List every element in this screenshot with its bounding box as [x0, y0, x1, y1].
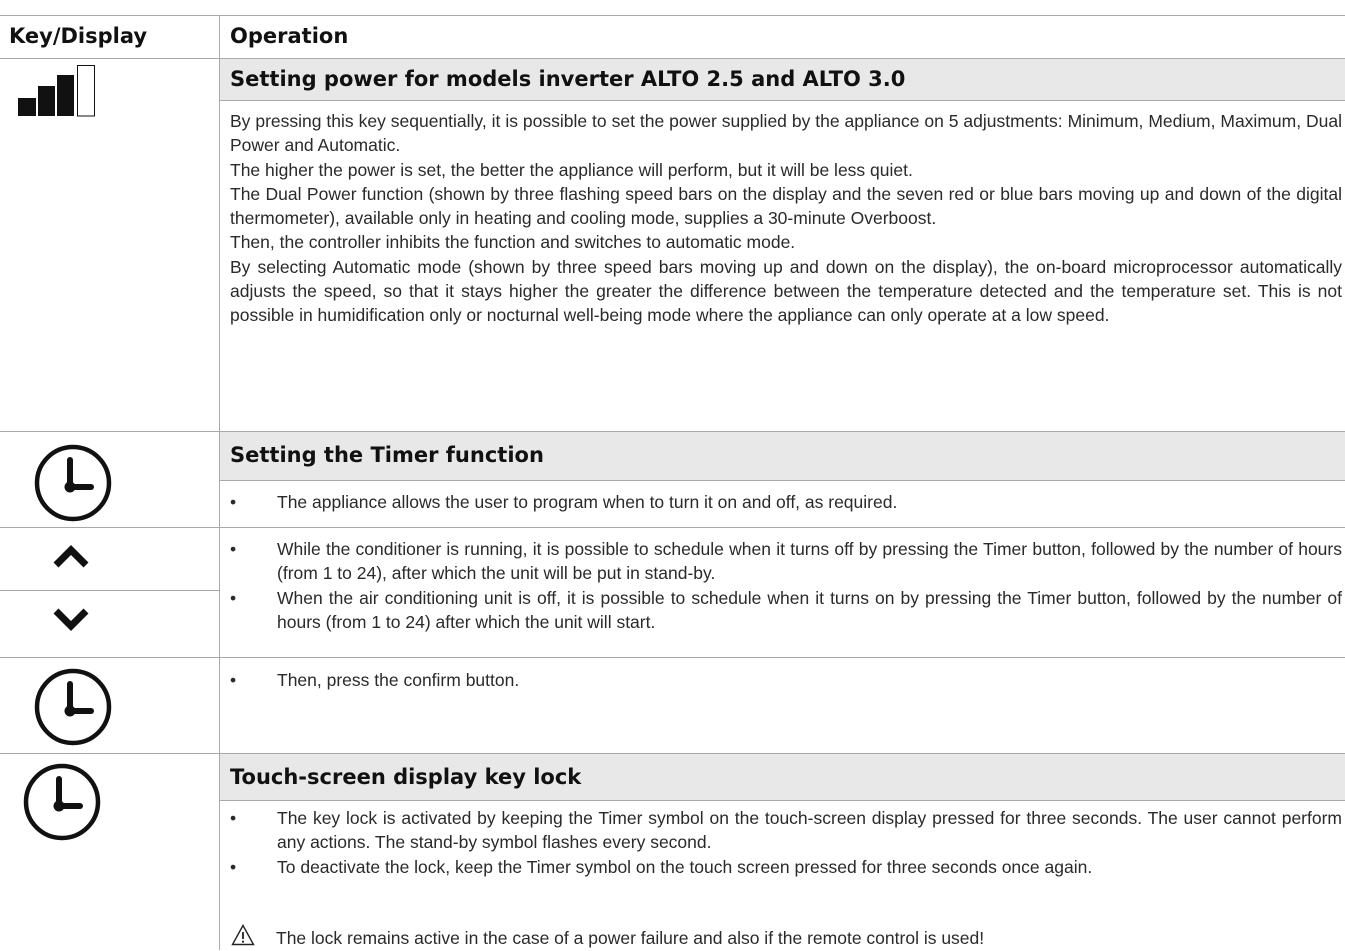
- power-paragraph: By selecting Automatic mode (shown by th…: [230, 256, 1342, 326]
- list-item: While the conditioner is running, it is …: [230, 537, 1342, 586]
- list-item: To deactivate the lock, keep the Timer s…: [230, 855, 1342, 880]
- power-band-border: [220, 100, 1345, 101]
- keylock-warning-text: The lock remains active in the case of a…: [276, 928, 985, 948]
- list-item: The key lock is activated by keeping the…: [230, 806, 1342, 855]
- power-paragraph: The Dual Power function (shown by three …: [230, 183, 1342, 229]
- confirm-bullets: Then, press the confirm button.: [230, 668, 1342, 693]
- power-bars-icon[interactable]: [17, 65, 102, 122]
- timer-band-border: [220, 480, 1345, 481]
- keylock-section-title: Touch-screen display key lock: [230, 765, 582, 789]
- clock-icon[interactable]: [33, 667, 113, 752]
- list-item: When the air conditioning unit is off, i…: [230, 586, 1342, 635]
- timer-row-border: [0, 527, 1345, 528]
- keylock-bullets: The key lock is activated by keeping the…: [230, 806, 1342, 879]
- power-paragraph: Then, the controller inhibits the functi…: [230, 232, 796, 253]
- header-key-display: Key/Display: [9, 24, 148, 48]
- timer-section-title: Setting the Timer function: [230, 443, 544, 467]
- power-section-title: Setting power for models inverter ALTO 2…: [230, 67, 906, 91]
- chevron-up-icon[interactable]: [51, 541, 91, 576]
- clock-icon[interactable]: [22, 762, 102, 847]
- table-top-border: [0, 15, 1345, 16]
- list-item: The appliance allows the user to program…: [230, 490, 1342, 515]
- header-operation: Operation: [230, 24, 349, 48]
- timer-bullets: The appliance allows the user to program…: [230, 490, 1342, 515]
- power-paragraph: By pressing this key sequentially, it is…: [230, 111, 1342, 156]
- arrows-bullets: While the conditioner is running, it is …: [230, 537, 1342, 634]
- list-item: Then, press the confirm button.: [230, 668, 1342, 693]
- column-divider: [219, 15, 220, 950]
- warning-triangle-icon: [231, 924, 255, 951]
- arrow-divider: [0, 590, 219, 591]
- power-paragraph: The higher the power is set, the better …: [230, 159, 913, 180]
- arrows-row-border: [0, 657, 1345, 658]
- chevron-down-icon[interactable]: [51, 604, 91, 639]
- power-description: By pressing this key sequentially, it is…: [230, 109, 1342, 328]
- clock-icon[interactable]: [33, 443, 113, 528]
- keylock-band-border: [220, 800, 1345, 801]
